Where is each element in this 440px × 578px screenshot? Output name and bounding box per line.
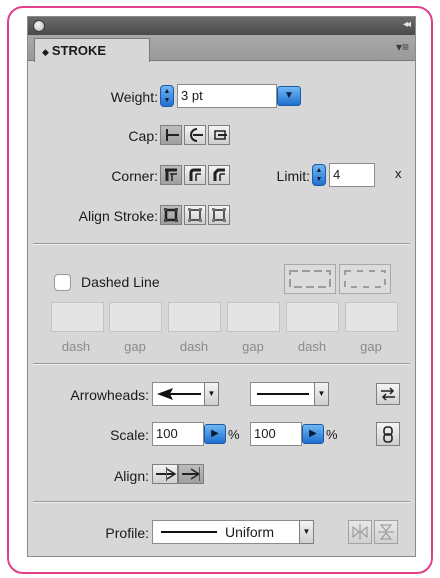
swap-arrows-icon — [381, 387, 395, 401]
gap-3-label: gap — [360, 339, 382, 354]
align-stroke-outside-button[interactable] — [208, 205, 230, 225]
end-scale-input[interactable]: 100 — [250, 422, 302, 446]
weight-stepper[interactable]: ▲ ▼ — [160, 85, 174, 107]
collapse-panel-icon[interactable]: ◂◂ — [403, 19, 411, 30]
tab-stroke-label: STROKE — [51, 43, 107, 58]
align-stroke-inside-button[interactable] — [184, 205, 206, 225]
chain-link-icon — [383, 426, 393, 443]
flip-along-icon — [352, 524, 368, 540]
end-arrowhead-dropdown-icon: ▼ — [314, 382, 329, 406]
gap-1-label: gap — [124, 339, 146, 354]
arrow-tip-beyond-icon — [156, 467, 177, 481]
dash-align-icon — [344, 270, 386, 288]
butt-cap-icon — [166, 129, 179, 141]
butt-cap-button[interactable] — [160, 125, 182, 145]
dash-exact-icon — [289, 270, 331, 288]
place-arrow-tip-button[interactable] — [178, 464, 204, 484]
flip-across-icon — [378, 524, 394, 540]
swap-arrowheads-button[interactable] — [376, 383, 400, 405]
dash-3-label: dash — [297, 339, 327, 354]
round-join-button[interactable] — [184, 165, 206, 185]
start-scale-unit: % — [228, 427, 240, 442]
round-join-icon — [189, 168, 201, 181]
dash-pattern-exact-button[interactable] — [284, 264, 336, 294]
separator — [33, 501, 410, 502]
align-stroke-label: Align Stroke: — [78, 208, 158, 224]
gap-2-input[interactable] — [227, 302, 280, 332]
dash-2-input[interactable] — [168, 302, 221, 332]
align-label: Align: — [113, 468, 149, 484]
projecting-cap-button[interactable] — [208, 125, 230, 145]
bevel-join-button[interactable] — [208, 165, 230, 185]
separator — [33, 363, 410, 364]
panel-titlebar: ◂◂ — [28, 17, 415, 35]
limit-suffix: x — [395, 166, 402, 181]
close-panel-button[interactable] — [33, 20, 45, 32]
start-scale-dropdown-button[interactable]: ▶ — [204, 424, 226, 444]
dashed-line-label: Dashed Line — [81, 274, 160, 290]
weight-input[interactable]: 3 pt — [177, 84, 277, 108]
separator — [33, 243, 410, 244]
gap-3-input[interactable] — [345, 302, 398, 332]
tab-stroke[interactable]: ◆ STROKE — [34, 38, 150, 62]
align-stroke-center-button[interactable] — [160, 205, 182, 225]
dash-pattern-align-button[interactable] — [339, 264, 391, 294]
link-scale-button[interactable] — [376, 422, 400, 446]
round-cap-icon — [190, 128, 203, 142]
scale-label: Scale: — [110, 427, 149, 443]
profile-select[interactable]: Uniform ▼ — [152, 520, 314, 544]
dashed-line-checkbox[interactable] — [54, 274, 71, 291]
start-arrowhead-select[interactable]: ▼ — [152, 382, 219, 406]
weight-label: Weight: — [110, 89, 158, 105]
arrowheads-label: Arrowheads: — [70, 387, 149, 403]
start-scale-input[interactable]: 100 — [152, 422, 204, 446]
limit-label: Limit: — [276, 168, 310, 184]
gap-2-label: gap — [242, 339, 264, 354]
round-cap-button[interactable] — [184, 125, 206, 145]
arrowhead-start-icon — [157, 388, 201, 400]
profile-value: Uniform — [225, 524, 275, 540]
panel-tabstrip: ◆ STROKE ▾≡ — [28, 35, 415, 62]
uniform-profile-line — [161, 531, 217, 533]
end-scale-unit: % — [326, 427, 338, 442]
limit-input[interactable]: 4 — [329, 163, 375, 187]
align-center-icon — [164, 208, 178, 222]
arrowhead-none-icon — [257, 393, 309, 395]
tab-options-icon: ◆ — [42, 47, 49, 57]
end-arrowhead-select[interactable]: ▼ — [250, 382, 329, 406]
end-scale-dropdown-button[interactable]: ▶ — [302, 424, 324, 444]
align-inside-icon — [188, 208, 202, 222]
miter-join-button[interactable] — [160, 165, 182, 185]
dash-1-label: dash — [61, 339, 91, 354]
dash-2-label: dash — [179, 339, 209, 354]
extend-arrow-tip-button[interactable] — [152, 464, 178, 484]
weight-dropdown-button[interactable]: ▼ — [277, 86, 301, 106]
gap-1-input[interactable] — [109, 302, 162, 332]
start-arrowhead-dropdown-icon: ▼ — [204, 382, 219, 406]
flip-across-button[interactable] — [374, 520, 398, 544]
stroke-panel: ◂◂ ◆ STROKE ▾≡ Weight: ▲ ▼ 3 pt ▼ Cap: Cor… — [27, 16, 416, 557]
corner-label: Corner: — [111, 168, 158, 184]
profile-dropdown-icon: ▼ — [299, 520, 314, 544]
align-outside-icon — [212, 208, 226, 222]
panel-menu-icon[interactable]: ▾≡ — [396, 40, 409, 54]
miter-join-icon — [165, 168, 177, 181]
dash-3-input[interactable] — [286, 302, 339, 332]
projecting-cap-icon — [214, 130, 227, 140]
flip-along-button[interactable] — [348, 520, 372, 544]
arrow-tip-at-end-icon — [182, 467, 201, 481]
bevel-join-icon — [213, 168, 225, 181]
cap-label: Cap: — [128, 128, 158, 144]
limit-stepper[interactable]: ▲ ▼ — [312, 164, 326, 186]
dash-1-input[interactable] — [51, 302, 104, 332]
profile-label: Profile: — [105, 525, 149, 541]
